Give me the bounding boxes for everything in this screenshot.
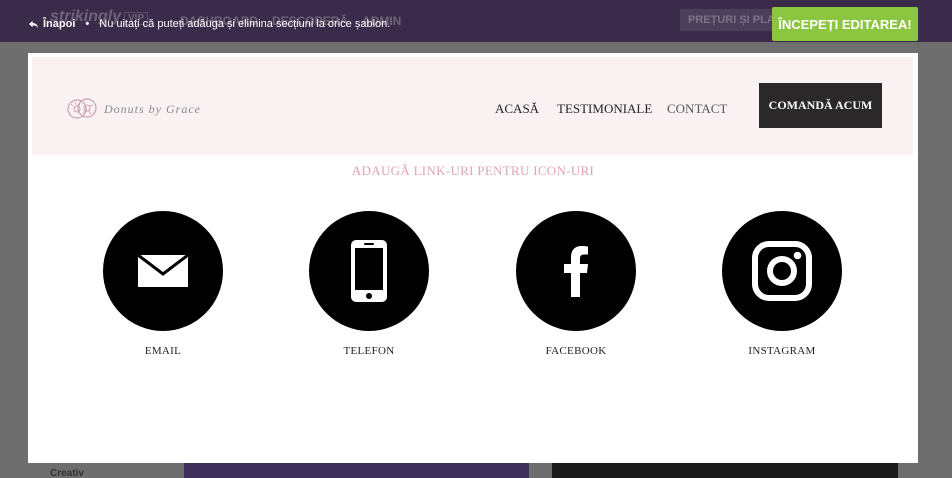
section-title: ADAUGĂ LINK-URI PENTRU ICON-URI bbox=[351, 163, 595, 178]
nav-contact[interactable]: CONTACT bbox=[667, 101, 727, 117]
social-item-facebook[interactable]: FACEBOOK bbox=[516, 211, 636, 357]
icon-circle[interactable] bbox=[516, 211, 636, 331]
hint-text: Nu uitați că puteți adăuga și elimina se… bbox=[99, 18, 391, 30]
nav-testimonials[interactable]: TESTIMONIALE bbox=[557, 101, 652, 117]
template-preview-modal: Donuts by Grace ACASĂ TESTIMONIALE CONTA… bbox=[28, 53, 918, 463]
back-arrow-icon bbox=[28, 20, 39, 28]
site-header: Donuts by Grace ACASĂ TESTIMONIALE CONTA… bbox=[32, 57, 913, 155]
donut-logo-icon bbox=[67, 98, 97, 119]
background-panel-right bbox=[552, 463, 898, 478]
start-editing-button[interactable]: ÎNCEPEȚI EDITAREA! bbox=[772, 7, 918, 41]
background-pricing-button: PREȚURI ȘI PLANURI bbox=[680, 9, 780, 31]
background-side-label: Creativ bbox=[50, 468, 84, 478]
background-panel-left bbox=[184, 463, 529, 478]
order-now-button[interactable]: COMANDĂ ACUM bbox=[759, 83, 882, 128]
icon-label: INSTAGRAM bbox=[748, 345, 816, 357]
icon-label: TELEFON bbox=[343, 345, 395, 357]
back-link[interactable]: Înapoi • Nu uitați că puteți adăuga și e… bbox=[28, 18, 390, 30]
nav-home[interactable]: ACASĂ bbox=[495, 101, 539, 117]
phone-icon bbox=[351, 240, 387, 302]
social-item-phone[interactable]: TELEFON bbox=[309, 211, 429, 357]
instagram-icon bbox=[752, 241, 812, 301]
facebook-icon bbox=[564, 246, 588, 297]
icon-circle[interactable] bbox=[722, 211, 842, 331]
social-item-email[interactable]: EMAIL bbox=[103, 211, 223, 357]
icon-label: EMAIL bbox=[144, 345, 182, 357]
icon-label: FACEBOOK bbox=[545, 345, 607, 357]
brand-name: Donuts by Grace bbox=[104, 101, 201, 116]
social-item-instagram[interactable]: INSTAGRAM bbox=[722, 211, 842, 357]
icon-circle[interactable] bbox=[103, 211, 223, 331]
separator-dot: • bbox=[85, 18, 90, 30]
back-label: Înapoi bbox=[43, 18, 76, 30]
envelope-icon bbox=[137, 254, 189, 287]
site-brand[interactable]: Donuts by Grace bbox=[66, 97, 201, 121]
icon-circle[interactable] bbox=[309, 211, 429, 331]
